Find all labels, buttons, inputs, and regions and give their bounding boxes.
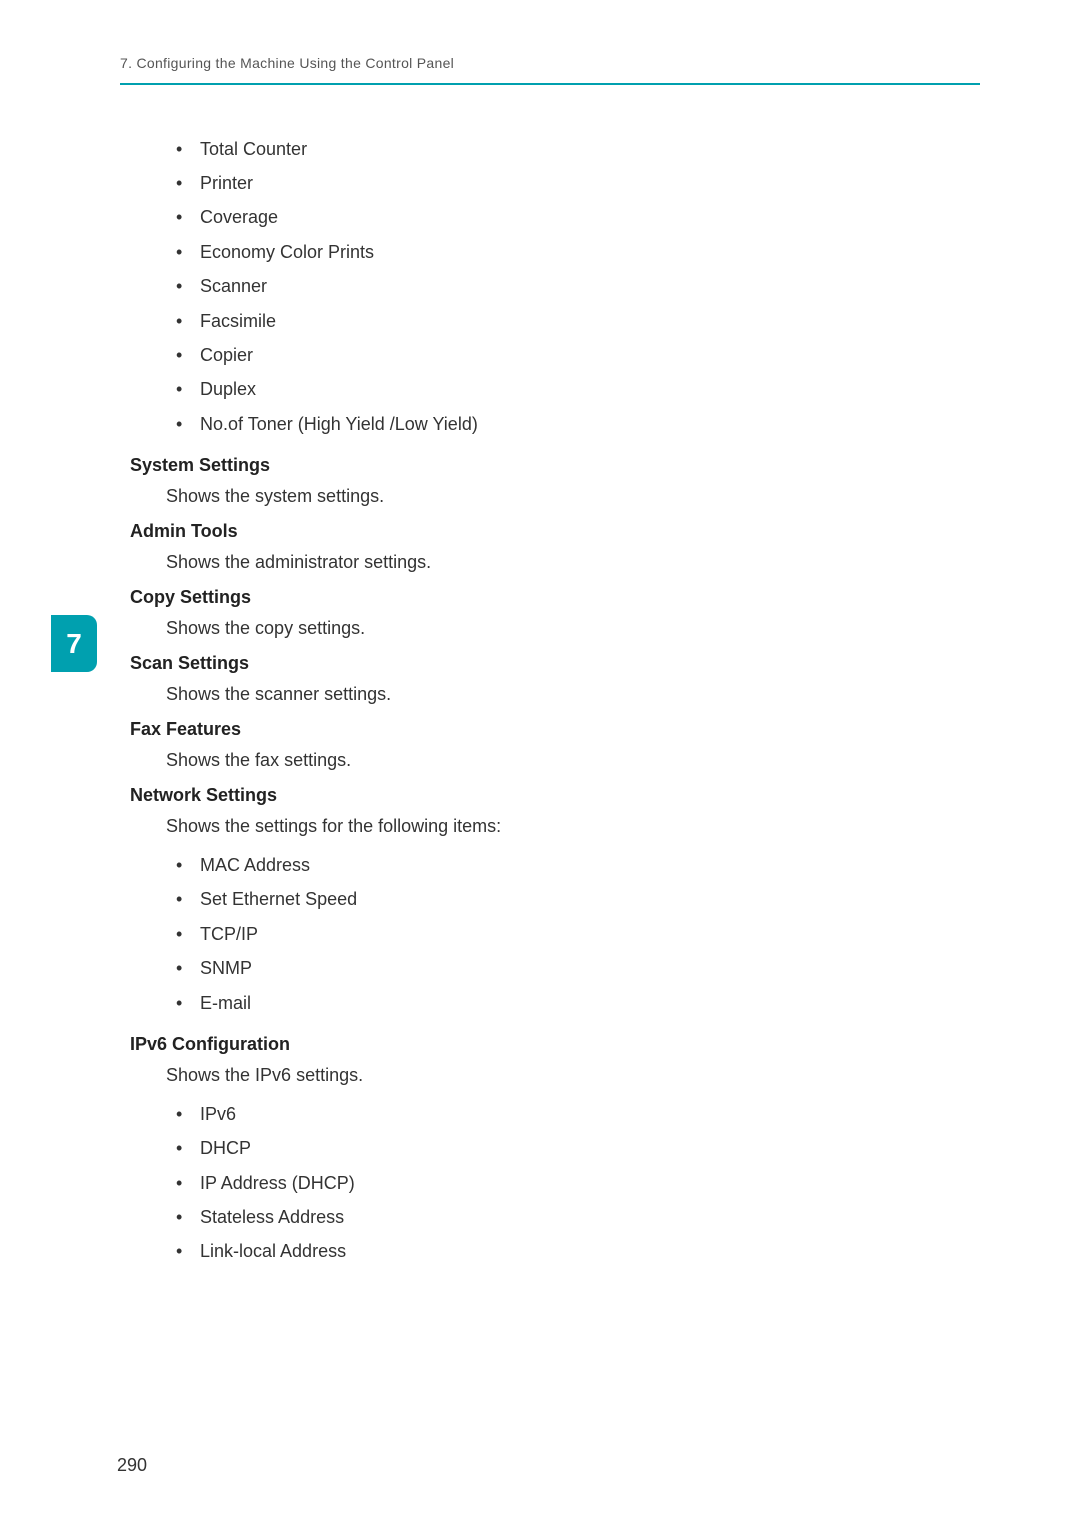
ipv6-bullet-list: IPv6 DHCP IP Address (DHCP) Stateless Ad… (176, 1097, 980, 1269)
network-bullet-list: MAC Address Set Ethernet Speed TCP/IP SN… (176, 848, 980, 1020)
list-item: TCP/IP (176, 917, 980, 951)
section-heading: Copy Settings (130, 587, 980, 608)
page-number: 290 (117, 1455, 147, 1476)
list-item: Facsimile (176, 304, 980, 338)
list-item: IPv6 (176, 1097, 980, 1131)
list-item: Total Counter (176, 132, 980, 166)
section-heading: IPv6 Configuration (130, 1034, 980, 1055)
section-description: Shows the IPv6 settings. (166, 1065, 980, 1086)
section-description: Shows the system settings. (166, 486, 980, 507)
section-description: Shows the copy settings. (166, 618, 980, 639)
section-heading: System Settings (130, 455, 980, 476)
list-item: No.of Toner (High Yield /Low Yield) (176, 407, 980, 441)
list-item: IP Address (DHCP) (176, 1166, 980, 1200)
list-item: Stateless Address (176, 1200, 980, 1234)
section-heading: Scan Settings (130, 653, 980, 674)
chapter-number: 7 (66, 628, 82, 660)
section-description: Shows the fax settings. (166, 750, 980, 771)
section-heading: Admin Tools (130, 521, 980, 542)
content-area: Total Counter Printer Coverage Economy C… (130, 132, 980, 1269)
chapter-title: 7. Configuring the Machine Using the Con… (120, 55, 980, 71)
section-description: Shows the scanner settings. (166, 684, 980, 705)
section-description: Shows the settings for the following ite… (166, 816, 980, 837)
list-item: E-mail (176, 986, 980, 1020)
list-item: Economy Color Prints (176, 235, 980, 269)
list-item: Printer (176, 166, 980, 200)
list-item: MAC Address (176, 848, 980, 882)
section-heading: Fax Features (130, 719, 980, 740)
header-divider (120, 83, 980, 85)
list-item: Copier (176, 338, 980, 372)
page-header: 7. Configuring the Machine Using the Con… (120, 55, 980, 85)
section-heading: Network Settings (130, 785, 980, 806)
list-item: DHCP (176, 1132, 980, 1166)
chapter-tab: 7 (51, 615, 97, 672)
list-item: Scanner (176, 270, 980, 304)
list-item: SNMP (176, 952, 980, 986)
top-bullet-list: Total Counter Printer Coverage Economy C… (176, 132, 980, 441)
list-item: Coverage (176, 201, 980, 235)
list-item: Duplex (176, 373, 980, 407)
section-description: Shows the administrator settings. (166, 552, 980, 573)
list-item: Link-local Address (176, 1235, 980, 1269)
list-item: Set Ethernet Speed (176, 883, 980, 917)
